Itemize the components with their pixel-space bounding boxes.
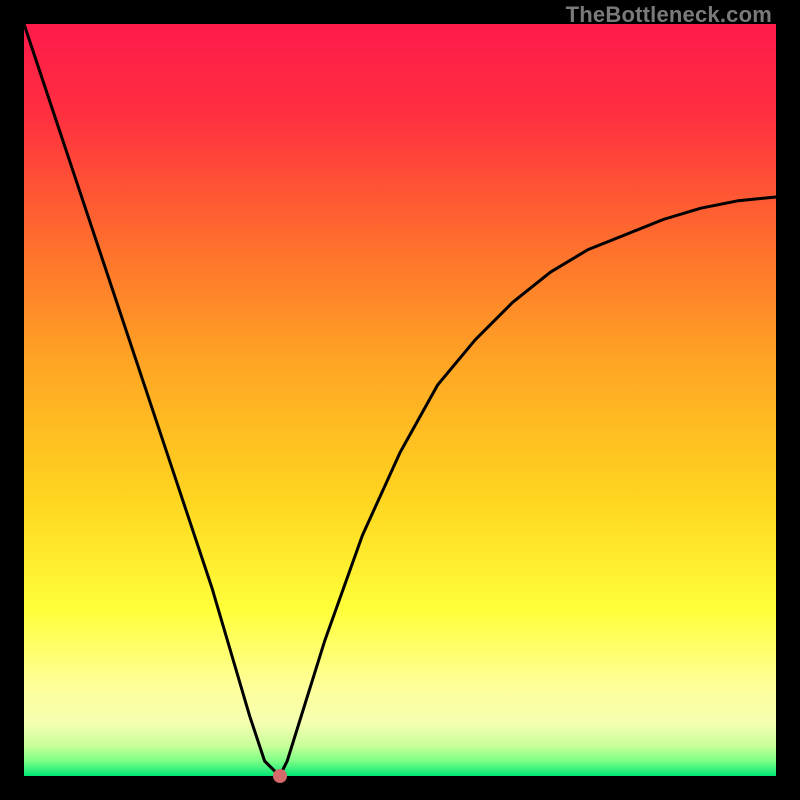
- watermark-text: TheBottleneck.com: [566, 2, 772, 28]
- gradient-background: [24, 24, 776, 776]
- optimal-point-marker: [273, 769, 287, 783]
- chart-frame: [24, 24, 776, 776]
